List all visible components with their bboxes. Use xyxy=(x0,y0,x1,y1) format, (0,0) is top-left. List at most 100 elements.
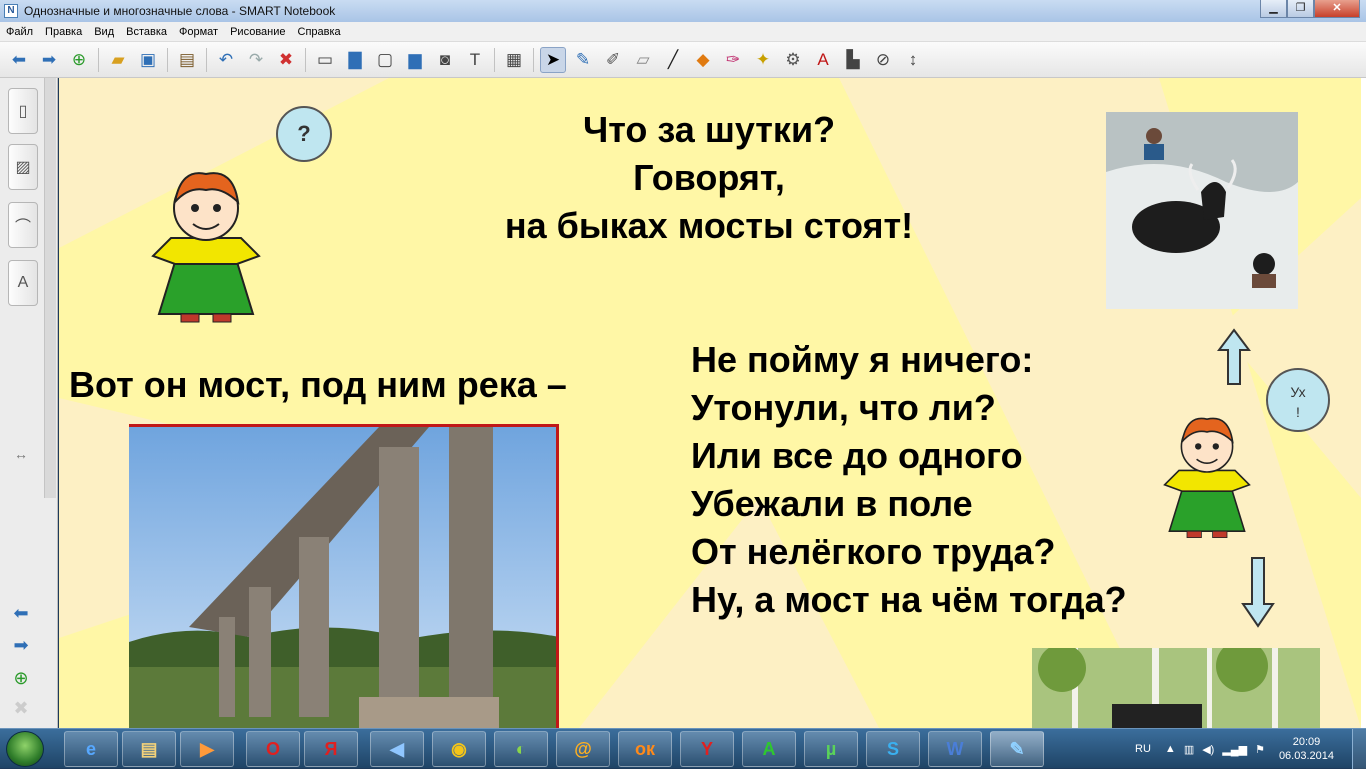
bridge-caption[interactable]: Вот он мост, под ним река – xyxy=(69,364,567,406)
add-page-icon[interactable]: ⊕ xyxy=(8,668,34,692)
menu-draw[interactable]: Рисование xyxy=(224,26,291,38)
creative-pen-icon[interactable]: ✐ xyxy=(600,47,626,73)
poem-line: Или все до одного xyxy=(691,435,1023,476)
clock[interactable]: 20:09 06.03.2014 xyxy=(1279,735,1334,763)
menu-format[interactable]: Формат xyxy=(173,26,224,38)
show-desktop-button[interactable] xyxy=(1352,729,1366,769)
maximize-button[interactable]: ❐ xyxy=(1287,0,1314,18)
next-page-icon[interactable]: ➡ xyxy=(8,635,34,659)
heading-line: Что за шутки? xyxy=(582,109,836,150)
shapes-icon[interactable]: ◆ xyxy=(690,47,716,73)
toolbar-separator xyxy=(98,47,99,72)
volume-icon[interactable]: ◀) xyxy=(1202,743,1214,756)
language-indicator[interactable]: RU xyxy=(1135,743,1151,755)
clock-time: 20:09 xyxy=(1292,736,1321,748)
acrobat-icon[interactable]: A xyxy=(742,731,796,767)
arrow-down-icon[interactable] xyxy=(1241,556,1275,628)
attachments-tab[interactable]: ⌒ xyxy=(8,202,38,248)
opera-icon[interactable]: O xyxy=(246,731,300,767)
document-camera-icon[interactable]: ◙ xyxy=(432,47,458,73)
resize-arrows-icon[interactable]: ↔ xyxy=(8,446,34,470)
poem-line: Не пойму я ничего: xyxy=(691,339,1034,380)
app-icon[interactable]: ◐ xyxy=(494,731,548,767)
show-hidden-icons[interactable]: ▲ xyxy=(1165,743,1176,755)
boy-right-illustration[interactable] xyxy=(1155,403,1259,549)
internet-explorer-icon[interactable]: e xyxy=(64,731,118,767)
paste-icon[interactable]: ▤ xyxy=(174,47,200,73)
menu-help[interactable]: Справка xyxy=(292,26,347,38)
gallery-tab[interactable]: ▨ xyxy=(8,144,38,190)
network-icon[interactable]: ▥ xyxy=(1184,743,1194,756)
magic-pen-icon[interactable]: ✑ xyxy=(720,47,746,73)
notification-icon[interactable]: ⚑ xyxy=(1255,743,1265,756)
yandex-browser-icon[interactable]: Y xyxy=(680,731,734,767)
move-toolbar-icon[interactable]: ↕ xyxy=(900,47,926,73)
media-player-icon[interactable]: ▶ xyxy=(180,731,234,767)
clock-date: 06.03.2014 xyxy=(1278,750,1334,762)
notebook-icon[interactable]: ✎ xyxy=(990,731,1044,767)
slide-heading[interactable]: Что за шутки? Говорят, на быках мосты ст… xyxy=(439,106,979,250)
question-bubble[interactable]: ? xyxy=(276,106,332,162)
explorer-icon[interactable]: ▤ xyxy=(122,731,176,767)
capture-icon[interactable]: ▆ xyxy=(402,47,428,73)
close-button[interactable]: ✕ xyxy=(1314,0,1360,18)
select-icon[interactable]: ➤ xyxy=(540,46,566,73)
eraser-icon[interactable]: ▱ xyxy=(630,47,656,73)
boy-left-illustration[interactable] xyxy=(141,164,271,326)
forward-icon[interactable]: ➡ xyxy=(36,47,62,73)
skype-icon[interactable]: S xyxy=(866,731,920,767)
sidebar-resize-bar[interactable] xyxy=(44,78,56,498)
redo-icon[interactable]: ↷ xyxy=(243,47,269,73)
open-file-icon[interactable]: ▰ xyxy=(105,47,131,73)
menu-file[interactable]: Файл xyxy=(0,26,39,38)
side-tabs: ▯ ▨ ⌒ A ↔ ⬅ ➡ ⊕ ✖ xyxy=(0,78,58,728)
measure-icon[interactable]: ⊘ xyxy=(870,47,896,73)
chrome-icon[interactable]: ◉ xyxy=(432,731,486,767)
poem-line: Утонули, что ли? xyxy=(691,387,996,428)
exclamation-bubble[interactable]: Ух ! xyxy=(1266,368,1330,432)
handwriting-icon[interactable]: ▙ xyxy=(840,47,866,73)
text-icon[interactable]: A xyxy=(810,47,836,73)
full-screen-icon[interactable]: ▇ xyxy=(342,47,368,73)
toolbar: ⬅ ➡ ⊕ ▰ ▣ ▤ ↶ ↷ ✖ ▭ ▇ ▢ ▆ ◙ T ▦ ➤ ✎ ✐ ▱ … xyxy=(0,42,1366,78)
table-text-icon[interactable]: T xyxy=(462,47,488,73)
delete-icon[interactable]: ✖ xyxy=(273,47,299,73)
line-icon[interactable]: ╱ xyxy=(660,47,686,73)
word-icon[interactable]: W xyxy=(928,731,982,767)
undo-icon[interactable]: ↶ xyxy=(213,47,239,73)
menu-edit[interactable]: Правка xyxy=(39,26,88,38)
properties-icon[interactable]: ⚙ xyxy=(780,47,806,73)
bull-photo-graphic xyxy=(1106,112,1298,309)
fill-icon[interactable]: ✦ xyxy=(750,47,776,73)
poem-text[interactable]: Не пойму я ничего: Утонули, что ли? Или … xyxy=(691,336,1127,624)
sound-icon[interactable]: ◀ xyxy=(370,731,424,767)
add-page-icon[interactable]: ⊕ xyxy=(66,47,92,73)
back-icon[interactable]: ⬅ xyxy=(6,47,32,73)
bull-photo[interactable] xyxy=(1106,112,1298,309)
mail-agent-icon[interactable]: @ xyxy=(556,731,610,767)
delete-page-icon[interactable]: ✖ xyxy=(8,698,34,722)
utorrent-icon[interactable]: µ xyxy=(804,731,858,767)
window-controls: ▁ ❐ ✕ xyxy=(1260,0,1360,18)
pen-icon[interactable]: ✎ xyxy=(570,47,596,73)
bridge-photo-graphic xyxy=(129,427,556,728)
screen-shade-icon[interactable]: ▭ xyxy=(312,47,338,73)
taskbar: e ▤ ▶ O Я ◀ ◉ ◐ @ ок Y A µ S W ✎ RU ▲ ▥ … xyxy=(0,728,1366,769)
start-button[interactable] xyxy=(6,731,44,767)
page-sorter-tab[interactable]: ▯ xyxy=(8,88,38,134)
minimize-button[interactable]: ▁ xyxy=(1260,0,1287,18)
dual-display-icon[interactable]: ▢ xyxy=(372,47,398,73)
previous-page-icon[interactable]: ⬅ xyxy=(8,603,34,627)
toolbar-separator xyxy=(494,47,495,72)
properties-tab[interactable]: A xyxy=(8,260,38,306)
signal-icon[interactable]: ▂▄▆ xyxy=(1222,743,1247,756)
arrow-up-icon[interactable] xyxy=(1217,328,1251,386)
odnoklassniki-icon[interactable]: ок xyxy=(618,731,672,767)
menu-insert[interactable]: Вставка xyxy=(120,26,173,38)
menu-view[interactable]: Вид xyxy=(88,26,120,38)
yandex-icon[interactable]: Я xyxy=(304,731,358,767)
table-icon[interactable]: ▦ xyxy=(501,47,527,73)
trees-photo[interactable] xyxy=(1032,648,1320,728)
save-icon[interactable]: ▣ xyxy=(135,47,161,73)
bridge-photo[interactable] xyxy=(129,424,559,728)
